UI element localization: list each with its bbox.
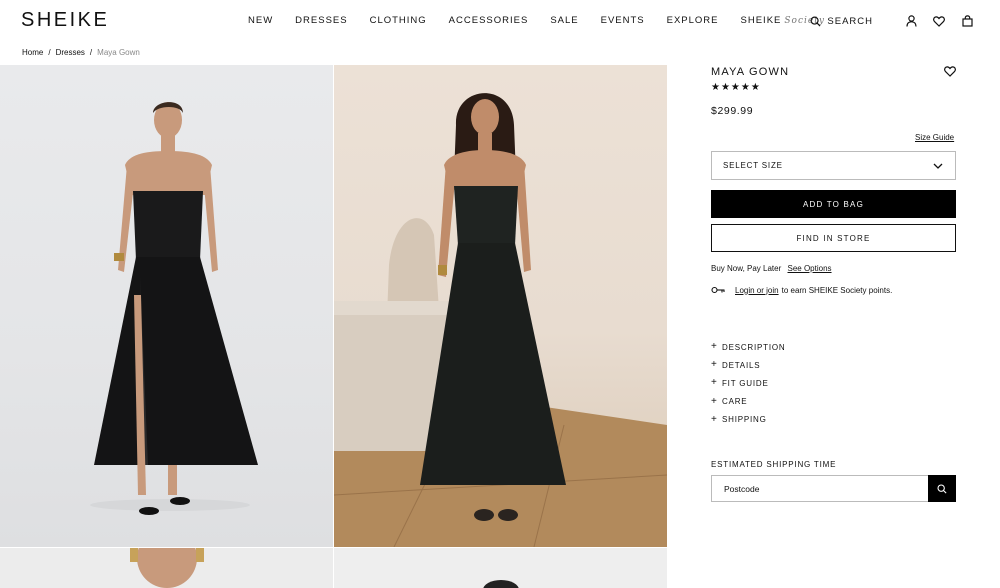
model-lifestyle-illustration [334, 93, 667, 547]
nav-item-accessories[interactable]: ACCESSORIES [449, 15, 529, 26]
login-or-join-link[interactable]: Login or join [735, 286, 779, 295]
product-image-detail-1[interactable] [0, 548, 333, 588]
accordion-care[interactable]: + CARE [711, 393, 785, 411]
model-illustration [90, 102, 258, 515]
wishlist-heart-icon[interactable] [931, 13, 947, 29]
plus-icon: + [711, 377, 718, 389]
brand-logo[interactable]: SHEIKE [21, 9, 109, 32]
add-to-wishlist-heart-icon[interactable] [944, 64, 956, 77]
society-label: SHEIKE [740, 15, 782, 26]
size-select-label: SELECT SIZE [723, 161, 783, 170]
header-actions: SEARCH [810, 13, 975, 29]
society-login-row: Login or join to earn SHEIKE Society poi… [711, 285, 892, 295]
plus-icon: + [711, 413, 718, 425]
accordion-details[interactable]: + DETAILS [711, 356, 785, 374]
login-text: to earn SHEIKE Society points. [781, 285, 893, 295]
product-price: $299.99 [711, 105, 754, 117]
site-header: SHEIKE NEW DRESSES CLOTHING ACCESSORIES … [0, 0, 1000, 42]
accordion-shipping[interactable]: + SHIPPING [711, 411, 785, 429]
breadcrumb-home[interactable]: Home [22, 48, 43, 57]
model-closeup-illustration [130, 548, 204, 588]
accordion-label: DESCRIPTION [722, 342, 786, 352]
nav-item-events[interactable]: EVENTS [601, 15, 645, 26]
breadcrumb-separator: / [89, 48, 93, 57]
plus-icon: + [711, 341, 718, 353]
breadcrumb: Home / Dresses / Maya Gown [22, 48, 140, 57]
account-icon[interactable] [903, 13, 919, 29]
nav-item-dresses[interactable]: DRESSES [295, 15, 347, 26]
size-guide-link[interactable]: Size Guide [915, 133, 954, 142]
breadcrumb-current: Maya Gown [97, 48, 140, 57]
bnpl-text: Buy Now, Pay Later [711, 264, 782, 273]
size-select[interactable]: SELECT SIZE [711, 151, 956, 180]
product-title: MAYA GOWN [711, 66, 790, 78]
accordion-label: CARE [722, 397, 748, 407]
add-to-bag-button[interactable]: ADD TO BAG [711, 190, 956, 218]
accordion-fit-guide[interactable]: + FIT GUIDE [711, 374, 785, 392]
postcode-input[interactable] [711, 475, 928, 502]
nav-item-new[interactable]: NEW [248, 15, 273, 26]
key-icon [711, 286, 725, 294]
plus-icon: + [711, 359, 718, 371]
product-image-front[interactable] [0, 65, 333, 547]
search-icon [937, 483, 947, 494]
accordion-description[interactable]: + DESCRIPTION [711, 338, 785, 356]
find-in-store-button[interactable]: FIND IN STORE [711, 224, 956, 252]
search-label: SEARCH [827, 15, 873, 27]
estimated-shipping-label: ESTIMATED SHIPPING TIME [711, 460, 837, 469]
nav-item-explore[interactable]: EXPLORE [667, 15, 719, 26]
buy-now-pay-later: Buy Now, Pay Later See Options [711, 264, 832, 273]
plus-icon: + [711, 395, 718, 407]
chevron-down-icon [933, 163, 943, 169]
search-button[interactable]: SEARCH [810, 16, 873, 27]
postcode-search-button[interactable] [928, 475, 956, 502]
accordion-label: DETAILS [722, 360, 761, 370]
product-accordion: + DESCRIPTION + DETAILS + FIT GUIDE + CA… [711, 338, 785, 429]
model-back-illustration [483, 580, 519, 588]
accordion-label: SHIPPING [722, 415, 767, 425]
breadcrumb-separator: / [48, 48, 51, 57]
bag-icon[interactable] [959, 13, 975, 29]
product-image-detail-2[interactable] [334, 548, 667, 588]
breadcrumb-dresses[interactable]: Dresses [56, 48, 85, 57]
rating-stars[interactable]: ★★★★★ [711, 82, 761, 93]
main-nav: NEW DRESSES CLOTHING ACCESSORIES SALE EV… [248, 15, 825, 26]
product-image-lifestyle[interactable] [334, 65, 667, 547]
see-options-link[interactable]: See Options [788, 264, 832, 273]
search-icon [810, 16, 821, 27]
accordion-label: FIT GUIDE [722, 378, 769, 388]
nav-item-clothing[interactable]: CLOTHING [370, 15, 427, 26]
nav-item-sale[interactable]: SALE [550, 15, 578, 26]
